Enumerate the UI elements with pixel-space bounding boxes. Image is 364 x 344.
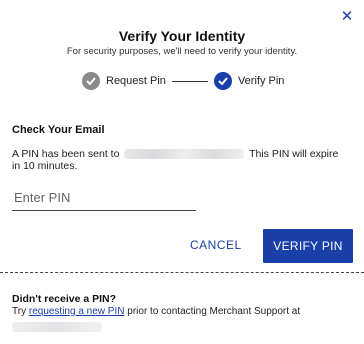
- step-request-pin: Request Pin: [82, 72, 166, 90]
- redacted-email: [124, 149, 245, 160]
- step-connector: [171, 80, 208, 82]
- step-label: Request Pin: [106, 75, 166, 87]
- step-verify-pin: Verify Pin: [213, 72, 285, 90]
- step-label: Verify Pin: [237, 75, 285, 87]
- check-circle-icon: [213, 72, 232, 90]
- cancel-button[interactable]: CANCEL: [190, 238, 242, 252]
- close-icon[interactable]: ✕: [339, 8, 355, 24]
- stepper: Request Pin Verify Pin: [82, 71, 284, 91]
- verify-pin-button[interactable]: VERIFY PIN: [263, 229, 353, 263]
- pin-sent-message: A PIN has been sent to This PIN will exp…: [12, 148, 342, 172]
- dialog-subtitle: For security purposes, we'll need to ver…: [66, 46, 298, 57]
- message-prefix: A PIN has been sent to: [12, 148, 120, 160]
- request-new-pin-link[interactable]: requesting a new PIN: [29, 306, 125, 317]
- redacted-phone: [12, 322, 102, 332]
- divider: [0, 272, 364, 273]
- footer-text-before: Try: [12, 306, 27, 317]
- pin-field: [12, 186, 200, 211]
- dialog-title: Verify Your Identity: [118, 28, 246, 44]
- footer-text-after: prior to contacting Merchant Support at: [127, 306, 301, 317]
- footer-text: Try requesting a new PIN prior to contac…: [12, 306, 357, 317]
- footer-title: Didn't receive a PIN?: [12, 293, 117, 305]
- check-circle-icon: [82, 72, 100, 90]
- pin-input[interactable]: [12, 186, 200, 208]
- section-title: Check Your Email: [12, 124, 105, 136]
